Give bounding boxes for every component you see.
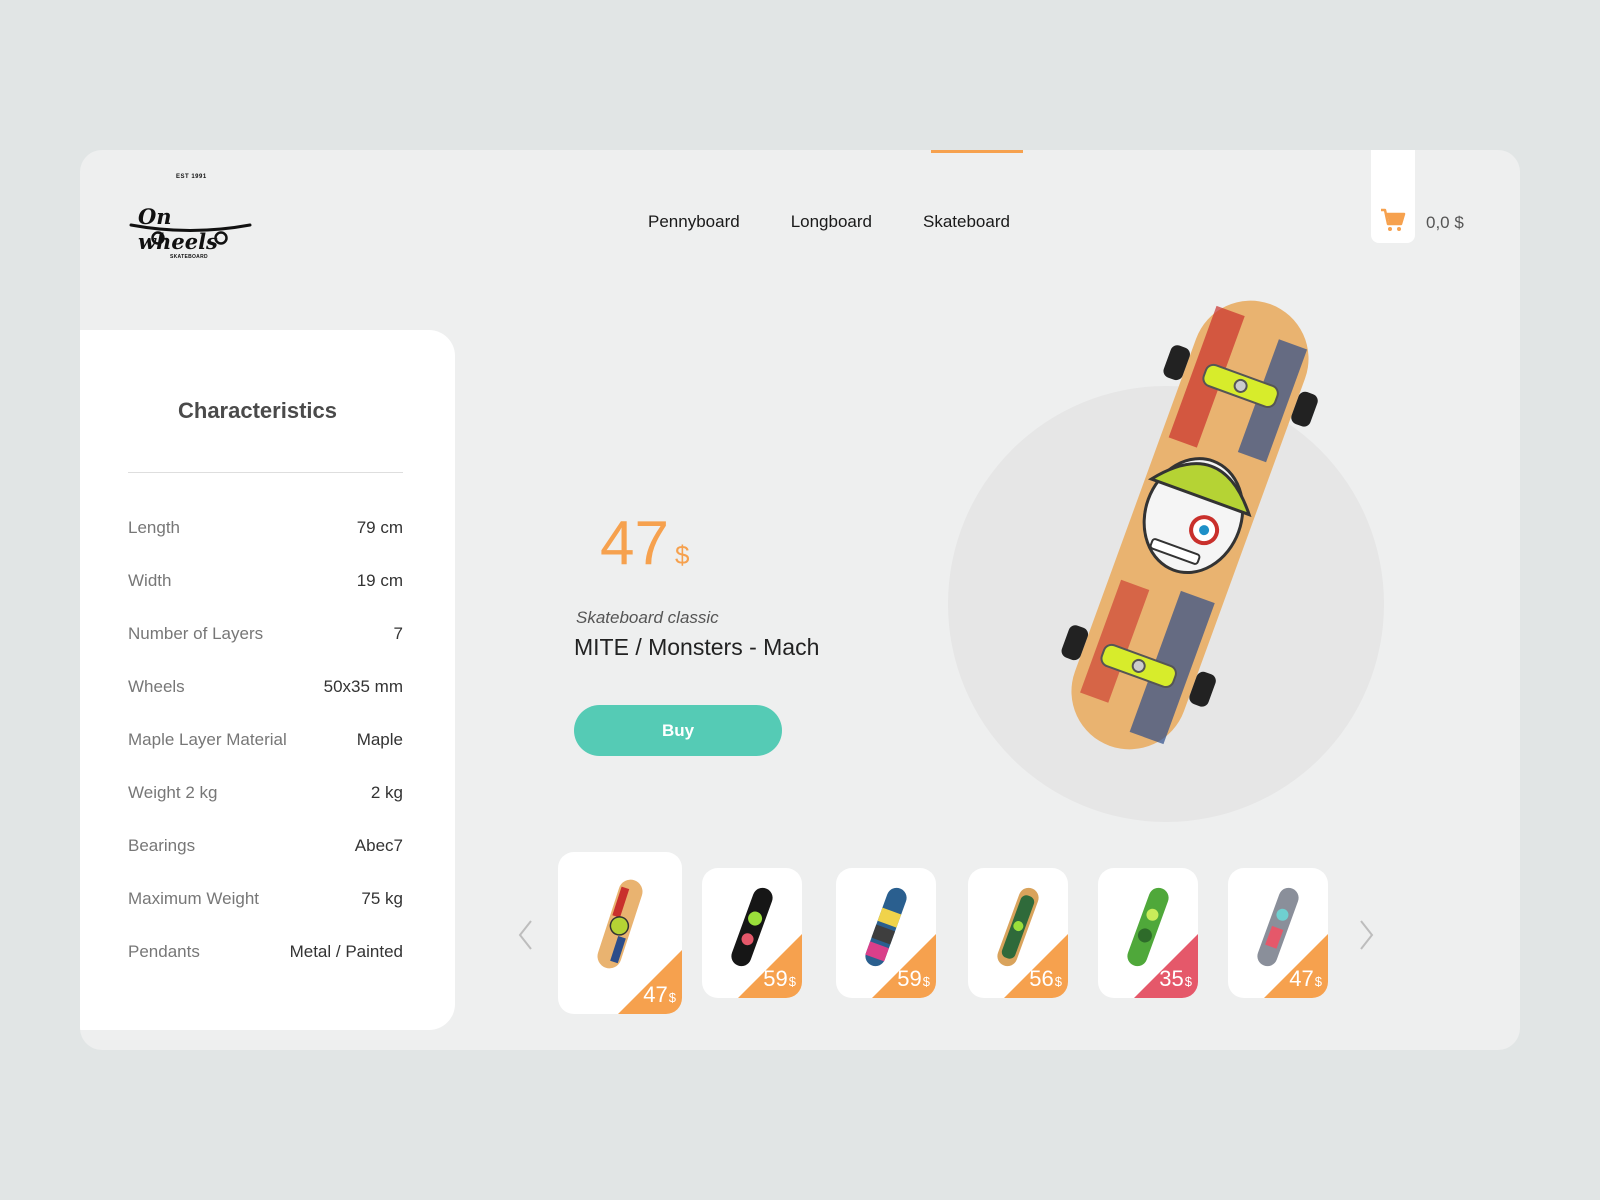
product-thumbnails: 47$ 59$ 59$ 56$ 35$ 47$ [558, 852, 1338, 1032]
spec-row: Wheels 50x35 mm [128, 677, 403, 730]
nav-item-pennyboard[interactable]: Pennyboard [648, 212, 740, 232]
spec-label: Length [128, 518, 180, 537]
spec-value: Abec7 [354, 836, 403, 855]
thumbnail-card[interactable]: 47$ [1228, 868, 1328, 998]
product-category: Skateboard classic [576, 608, 719, 627]
characteristics-title: Characteristics [178, 398, 337, 423]
spec-value: 50x35 mm [323, 677, 403, 696]
spec-label: Maple Layer Material [128, 730, 287, 749]
spec-row: Bearings Abec7 [128, 836, 403, 889]
skateboard-thumb-image [865, 887, 907, 967]
spec-row: Number of Layers 7 [128, 624, 403, 677]
nav-item-longboard[interactable]: Longboard [791, 212, 872, 232]
spec-label: Width [128, 571, 172, 590]
spec-row: Maximum Weight 75 kg [128, 889, 403, 942]
price-badge-label: 47$ [643, 982, 676, 1007]
skateboard-thumb-image [731, 887, 773, 967]
spec-value: 75 kg [361, 889, 403, 908]
spec-row: Length 79 cm [128, 518, 403, 571]
nav-item-skateboard[interactable]: Skateboard [923, 212, 1010, 232]
thumbnail-card[interactable]: 59$ [836, 868, 936, 998]
thumbnail-card[interactable]: 59$ [702, 868, 802, 998]
brand-logo[interactable]: EST 1991 On wheels SKATEBOARD [128, 174, 253, 266]
spec-label: Weight 2 kg [128, 783, 218, 802]
characteristics-list: Length 79 cm Width 19 cm Number of Layer… [128, 518, 403, 995]
chevron-left-icon[interactable] [516, 918, 536, 952]
spec-value: 7 [393, 624, 403, 643]
spec-row: Weight 2 kg 2 kg [128, 783, 403, 836]
price-badge-label: 35$ [1159, 966, 1192, 991]
spec-row: Maple Layer Material Maple [128, 730, 403, 783]
spec-label: Wheels [128, 677, 185, 696]
price-badge-label: 59$ [897, 966, 930, 991]
buy-button[interactable]: Buy [574, 705, 782, 756]
price-currency: $ [674, 540, 690, 570]
price-value: 47 [600, 509, 669, 578]
characteristics-panel: Characteristics Length 79 cm Width 19 cm… [80, 330, 455, 1030]
skateboard-thumb-image [597, 879, 643, 969]
product-price: 47 $ [600, 508, 689, 579]
skateboard-thumb-image [997, 887, 1039, 967]
spec-row: Width 19 cm [128, 571, 403, 624]
chevron-right-icon[interactable] [1356, 918, 1376, 952]
logo-sub: SKATEBOARD [170, 254, 208, 260]
thumbnail-card[interactable]: 47$ [558, 852, 682, 1014]
cart-total[interactable]: 0,0 $ [1426, 213, 1464, 233]
logo-est: EST 1991 [176, 174, 207, 180]
divider [128, 472, 403, 473]
main-nav: Pennyboard Longboard Skateboard [648, 212, 1010, 232]
skateboard-thumb-image [1257, 887, 1299, 967]
spec-value: 2 kg [370, 783, 403, 802]
skateboard-thumb-image [1127, 887, 1169, 967]
spec-value: Maple [356, 730, 403, 749]
cart-icon[interactable] [1380, 208, 1406, 232]
product-name: MITE / Monsters - Mach [574, 634, 820, 660]
spec-value: Metal / Painted [289, 942, 403, 961]
spec-label: Maximum Weight [128, 889, 259, 908]
spec-value: 79 cm [356, 518, 403, 537]
nav-active-indicator [931, 150, 1023, 153]
product-card: EST 1991 On wheels SKATEBOARD Pennyboard… [80, 150, 1520, 1050]
price-badge-label: 56$ [1029, 966, 1062, 991]
thumbnail-card[interactable]: 56$ [968, 868, 1068, 998]
price-badge-label: 59$ [763, 966, 796, 991]
skateboard-image [1061, 300, 1318, 750]
thumbnail-card[interactable]: 35$ [1098, 868, 1198, 998]
spec-label: Pendants [128, 942, 200, 961]
price-badge-label: 47$ [1289, 966, 1322, 991]
skateboard-logo-icon [129, 223, 252, 245]
spec-label: Number of Layers [128, 624, 264, 643]
spec-label: Bearings [128, 836, 196, 855]
spec-row: Pendants Metal / Painted [128, 942, 403, 995]
spec-value: 19 cm [356, 571, 403, 590]
